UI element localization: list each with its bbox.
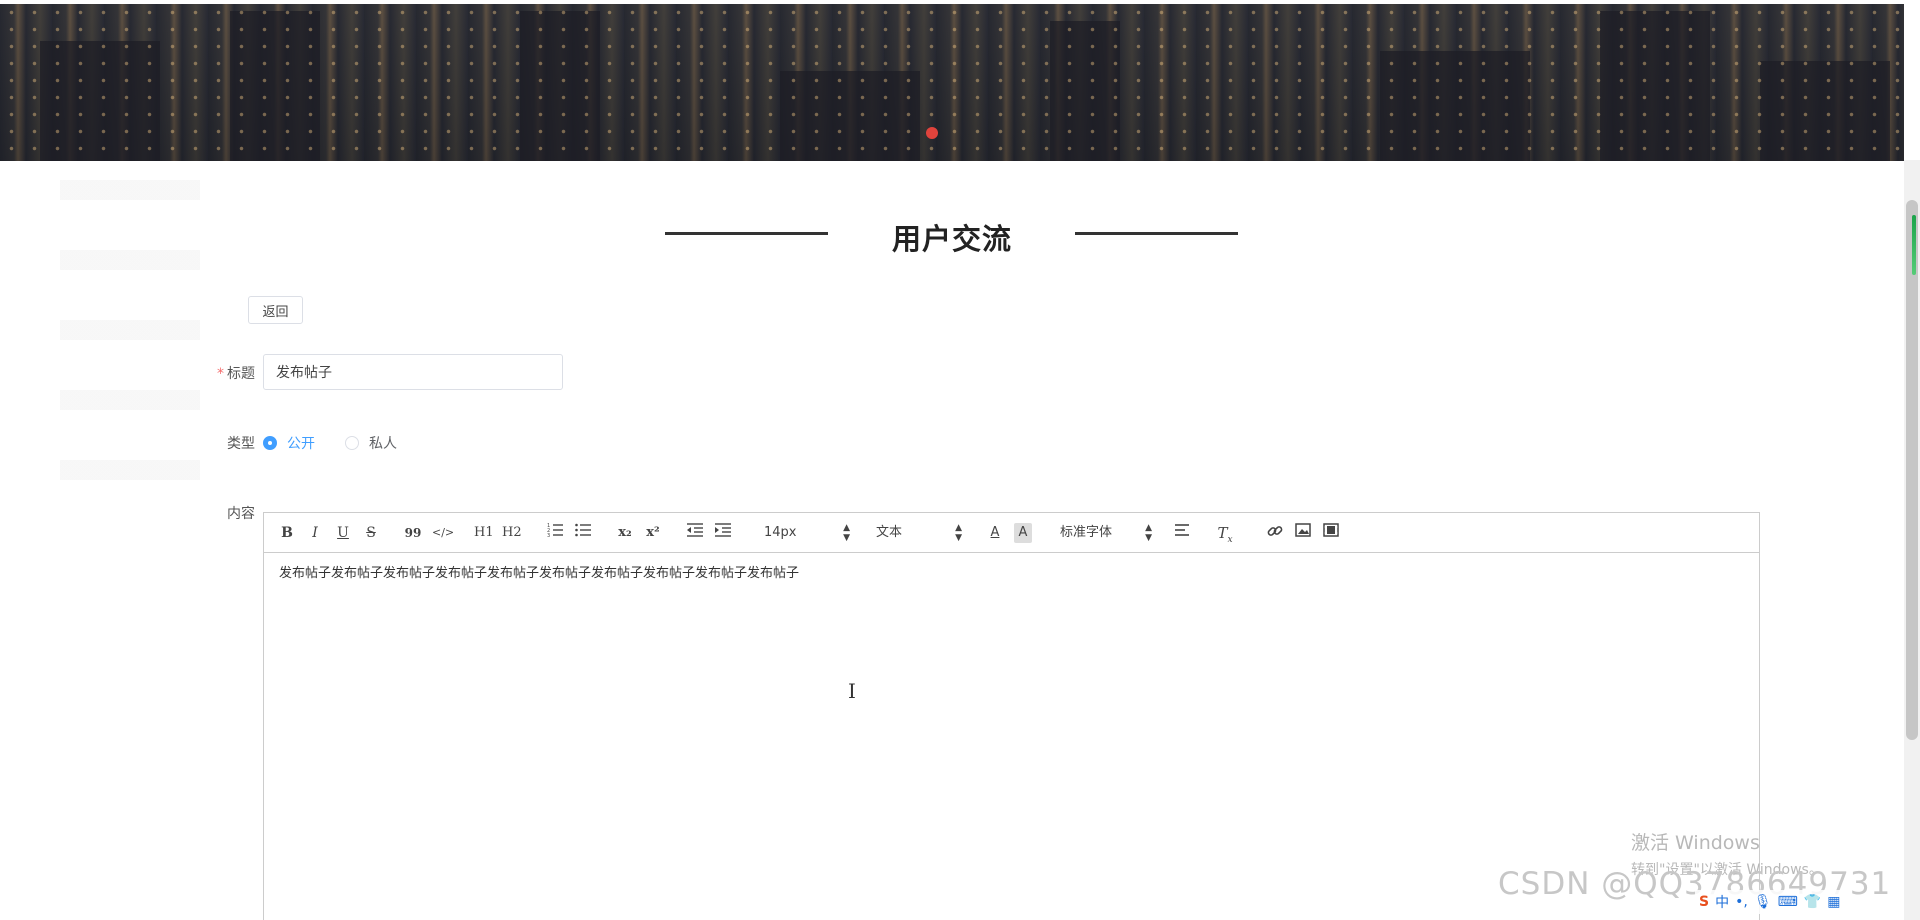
image-icon[interactable]: [1294, 523, 1312, 543]
italic-button[interactable]: I: [306, 523, 324, 543]
header-select[interactable]: 文本 ▲ ▼: [876, 523, 962, 543]
clear-format-icon[interactable]: Tx: [1216, 523, 1234, 545]
h2-button[interactable]: H2: [502, 523, 522, 543]
radio-public-label: 公开: [287, 436, 315, 452]
title-label-text: 标题: [227, 366, 255, 382]
page: 用户交流 返回 *标题 类型 公开 私人 内容 B I U S 99 </> H…: [0, 0, 1920, 920]
content-label: 内容: [227, 506, 255, 522]
type-label: 类型: [227, 436, 255, 452]
font-family-select[interactable]: 标准字体 ▲ ▼: [1060, 523, 1152, 543]
ime-toolbar[interactable]: S 中 •, 🎙 ⌨ 👕 ▦: [1695, 890, 1845, 914]
city-banner-image: [0, 4, 1904, 161]
ordered-list-icon[interactable]: 123: [546, 523, 564, 543]
svg-text:3: 3: [547, 533, 550, 537]
radio-private-label: 私人: [369, 436, 397, 452]
back-button[interactable]: 返回: [248, 296, 303, 324]
rich-text-editor[interactable]: B I U S 99 </> H1 H2 123 x₂ x² 14px ▲ ▼ …: [263, 512, 1760, 920]
align-icon[interactable]: [1174, 523, 1192, 543]
radio-public-dot[interactable]: [263, 436, 277, 450]
select-arrows-icon: ▲ ▼: [955, 523, 962, 543]
radio-public[interactable]: 公开: [263, 433, 315, 453]
editor-content-area[interactable]: 发布帖子发布帖子发布帖子发布帖子发布帖子发布帖子发布帖子发布帖子发布帖子发布帖子: [264, 553, 1759, 595]
page-title: 用户交流: [891, 222, 1012, 256]
scrollbar-accent: [1912, 215, 1916, 275]
background-color-icon[interactable]: A: [1014, 523, 1032, 543]
title-label: * 标题: [195, 363, 255, 383]
carousel-indicator-dot[interactable]: [926, 127, 938, 139]
keyboard-icon[interactable]: ⌨: [1778, 894, 1798, 910]
bullet-list-icon[interactable]: [574, 523, 592, 543]
text-cursor-icon: I: [848, 679, 856, 703]
select-arrows-icon: ▲ ▼: [1145, 523, 1152, 543]
bold-button[interactable]: B: [278, 523, 296, 543]
radio-private-dot[interactable]: [345, 436, 359, 450]
font-size-select[interactable]: 14px ▲ ▼: [764, 523, 850, 543]
radio-private[interactable]: 私人: [345, 433, 397, 453]
video-icon[interactable]: [1322, 523, 1340, 543]
underline-button[interactable]: U: [334, 523, 352, 543]
scrollbar-thumb[interactable]: [1906, 200, 1918, 740]
skin-icon[interactable]: 👕: [1804, 894, 1821, 910]
header-value: 文本: [876, 525, 903, 540]
superscript-button[interactable]: x²: [644, 523, 662, 543]
outdent-icon[interactable]: [686, 523, 704, 543]
h1-button[interactable]: H1: [474, 523, 494, 543]
microphone-icon[interactable]: 🎙: [1754, 894, 1772, 910]
indent-icon[interactable]: [714, 523, 732, 543]
windows-activation-title: 激活 Windows: [1631, 832, 1760, 854]
toolbox-icon[interactable]: ▦: [1827, 894, 1840, 910]
strike-button[interactable]: S: [362, 523, 380, 543]
ime-punctuation-icon[interactable]: •,: [1735, 894, 1748, 910]
subscript-button[interactable]: x₂: [616, 523, 634, 543]
code-block-button[interactable]: </>: [432, 523, 454, 543]
link-icon[interactable]: [1266, 523, 1284, 543]
ime-language-toggle[interactable]: 中: [1715, 892, 1729, 912]
font-family-value: 标准字体: [1060, 525, 1113, 540]
font-size-value: 14px: [764, 525, 797, 540]
blockquote-button[interactable]: 99: [404, 523, 422, 543]
required-mark: *: [217, 366, 224, 382]
sogou-logo-icon[interactable]: S: [1699, 894, 1709, 910]
title-input[interactable]: [263, 354, 563, 390]
editor-toolbar: B I U S 99 </> H1 H2 123 x₂ x² 14px ▲ ▼ …: [264, 513, 1759, 553]
text-color-icon[interactable]: A: [986, 523, 1004, 543]
title-right-line: [1075, 232, 1238, 235]
select-arrows-icon: ▲ ▼: [843, 523, 850, 543]
